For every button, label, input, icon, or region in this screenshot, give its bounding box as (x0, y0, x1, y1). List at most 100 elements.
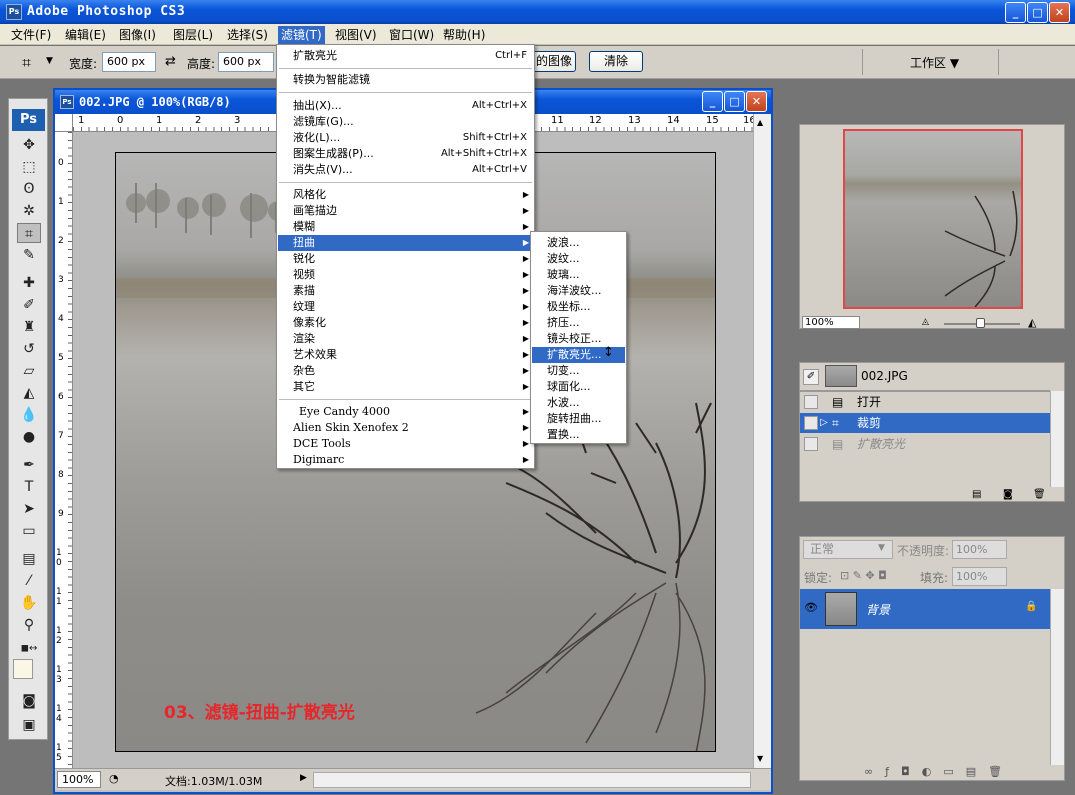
menu-item-convert-smart[interactable]: 转换为智能滤镜 (278, 72, 533, 88)
submenu-item-ocean-ripple[interactable]: 海洋波纹... (532, 283, 625, 299)
swap-icon[interactable]: ⇄ (165, 54, 176, 69)
history-checkbox[interactable] (804, 416, 818, 430)
clear-button[interactable]: 清除 (589, 51, 643, 72)
shape-tool-icon[interactable]: ▭ (17, 521, 41, 541)
menu-item-render[interactable]: 渲染 ▶ (278, 331, 533, 347)
menu-window[interactable]: 窗口(W) (386, 26, 437, 44)
submenu-item-spherize[interactable]: 球面化... (532, 379, 625, 395)
menu-item-dce-tools[interactable]: DCE Tools ▶ (278, 436, 533, 452)
submenu-item-pinch[interactable]: 挤压... (532, 315, 625, 331)
zoom-out-icon[interactable]: ◬ (922, 317, 929, 327)
zoom-slider-handle[interactable] (976, 318, 985, 328)
blur-tool-icon[interactable]: 💧 (17, 405, 41, 425)
navigator-zoom-field[interactable]: 100% (802, 316, 860, 329)
new-document-from-state-icon[interactable]: ▤ (972, 489, 981, 500)
new-snapshot-icon[interactable]: ◙ (1003, 489, 1013, 500)
submenu-item-twirl[interactable]: 旋转扭曲... (532, 411, 625, 427)
doc-maximize-button[interactable]: □ (724, 91, 745, 112)
submenu-item-zigzag[interactable]: 水波... (532, 395, 625, 411)
submenu-item-ripple[interactable]: 波纹... (532, 251, 625, 267)
layers-scrollbar[interactable] (1050, 589, 1064, 765)
vertical-scrollbar[interactable]: ▲ ▼ (753, 114, 771, 768)
menu-item-video[interactable]: 视频 ▶ (278, 267, 533, 283)
submenu-item-shear[interactable]: 切变... (532, 363, 625, 379)
menu-item-distort[interactable]: 扭曲 ▶ (278, 235, 533, 251)
submenu-item-polar-coordinates[interactable]: 极坐标... (532, 299, 625, 315)
history-state[interactable]: ▷ ⌗ 裁剪 (800, 413, 1050, 433)
crop-tool-icon[interactable]: ⌗ (17, 223, 41, 243)
menu-item-stylize[interactable]: 风格化 ▶ (278, 187, 533, 203)
history-state[interactable]: ▤ 扩散亮光 (800, 434, 1050, 454)
zoom-field[interactable]: 100% (57, 771, 101, 788)
width-input[interactable]: 600 px (102, 52, 156, 72)
menu-item-filter-gallery[interactable]: 滤镜库(G)... (278, 114, 533, 130)
menu-item-pixelate[interactable]: 像素化 ▶ (278, 315, 533, 331)
layer-action-icons[interactable]: ∞ƒ◘◐▭▤🗑 (864, 765, 1014, 778)
pen-tool-icon[interactable]: ✒ (17, 455, 41, 475)
visibility-eye-icon[interactable]: 👁 (804, 601, 818, 614)
screen-mode-icon[interactable]: ▣ (17, 715, 41, 735)
menu-item-other[interactable]: 其它 ▶ (278, 379, 533, 395)
layer-row-background[interactable]: 👁 背景 🔒 (800, 589, 1050, 629)
menu-item-sketch[interactable]: 素描 ▶ (278, 283, 533, 299)
crop-tool-icon[interactable]: ⌗ (22, 53, 31, 73)
menu-help[interactable]: 帮助(H) (440, 26, 488, 44)
menu-item-noise[interactable]: 杂色 ▶ (278, 363, 533, 379)
minimize-button[interactable]: _ (1005, 2, 1026, 23)
zoom-in-icon[interactable]: ◭ (1028, 316, 1036, 329)
menu-item-brush-strokes[interactable]: 画笔描边 ▶ (278, 203, 533, 219)
menu-item-blur[interactable]: 模糊 ▶ (278, 219, 533, 235)
history-brush-source-icon[interactable]: ✐ (803, 369, 819, 385)
menu-select[interactable]: 选择(S) (224, 26, 271, 44)
dodge-tool-icon[interactable]: ● (17, 427, 41, 447)
status-menu-arrow-icon[interactable]: ▶ (300, 773, 307, 783)
navigator-preview[interactable] (843, 129, 1023, 309)
history-brush-tool-icon[interactable]: ↺ (17, 339, 41, 359)
menu-file[interactable]: 文件(F) (8, 26, 54, 44)
menu-item-eye-candy[interactable]: Eye Candy 4000 ▶ (278, 404, 533, 420)
menu-view[interactable]: 视图(V) (332, 26, 380, 44)
menu-item-sharpen[interactable]: 锐化 ▶ (278, 251, 533, 267)
front-image-button[interactable]: 的图像 (532, 51, 576, 72)
magic-wand-tool-icon[interactable]: ✲ (17, 201, 41, 221)
notes-tool-icon[interactable]: ▤ (17, 549, 41, 569)
healing-brush-tool-icon[interactable]: ✚ (17, 273, 41, 293)
slice-tool-icon[interactable]: ✎ (17, 245, 41, 265)
history-checkbox[interactable] (804, 437, 818, 451)
marquee-tool-icon[interactable]: ⬚ (17, 157, 41, 177)
menu-item-extract[interactable]: 抽出(X)... Alt+Ctrl+X (278, 98, 533, 114)
fill-input[interactable]: 100% (952, 567, 1007, 586)
opacity-input[interactable]: 100% (952, 540, 1007, 559)
close-button[interactable]: ✕ (1049, 2, 1070, 23)
lock-icons[interactable]: ⊡ ✎ ✥ ◘ (840, 569, 887, 582)
history-scrollbar[interactable] (1050, 391, 1064, 487)
horizontal-scrollbar[interactable] (313, 772, 751, 788)
menu-layer[interactable]: 图层(L) (170, 26, 216, 44)
lasso-tool-icon[interactable]: ʘ (17, 179, 41, 199)
menu-item-artistic[interactable]: 艺术效果 ▶ (278, 347, 533, 363)
menu-item-last-filter[interactable]: 扩散亮光 Ctrl+F (278, 48, 533, 64)
doc-minimize-button[interactable]: _ (702, 91, 723, 112)
menu-filter[interactable]: 滤镜(T) (278, 26, 325, 44)
menu-item-pattern-maker[interactable]: 图案生成器(P)... Alt+Shift+Ctrl+X (278, 146, 533, 162)
paint-bucket-tool-icon[interactable]: ◭ (17, 383, 41, 403)
zoom-tool-icon[interactable]: ⚲ (17, 615, 41, 635)
menu-item-vanishing-point[interactable]: 消失点(V)... Alt+Ctrl+V (278, 162, 533, 178)
chevron-down-icon[interactable]: ▼ (878, 543, 885, 553)
hand-tool-icon[interactable]: ✋ (17, 593, 41, 613)
eraser-tool-icon[interactable]: ▱ (17, 361, 41, 381)
submenu-item-wave[interactable]: 波浪... (532, 235, 625, 251)
submenu-item-glass[interactable]: 玻璃... (532, 267, 625, 283)
scroll-down-icon[interactable]: ▼ (757, 754, 763, 763)
menu-item-digimarc[interactable]: Digimarc ▶ (278, 452, 533, 468)
stamp-tool-icon[interactable]: ♜ (17, 317, 41, 337)
workspace-button[interactable]: 工作区 ▼ (910, 54, 959, 71)
menu-item-liquify[interactable]: 液化(L)... Shift+Ctrl+X (278, 130, 533, 146)
maximize-button[interactable]: □ (1027, 2, 1048, 23)
default-colors-icon[interactable]: ◼↔ (17, 639, 41, 659)
menu-image[interactable]: 图像(I) (116, 26, 159, 44)
quick-mask-icon[interactable]: ◙ (17, 691, 41, 711)
menu-item-texture[interactable]: 纹理 ▶ (278, 299, 533, 315)
menu-edit[interactable]: 编辑(E) (62, 26, 109, 44)
type-tool-icon[interactable]: T (17, 477, 41, 497)
